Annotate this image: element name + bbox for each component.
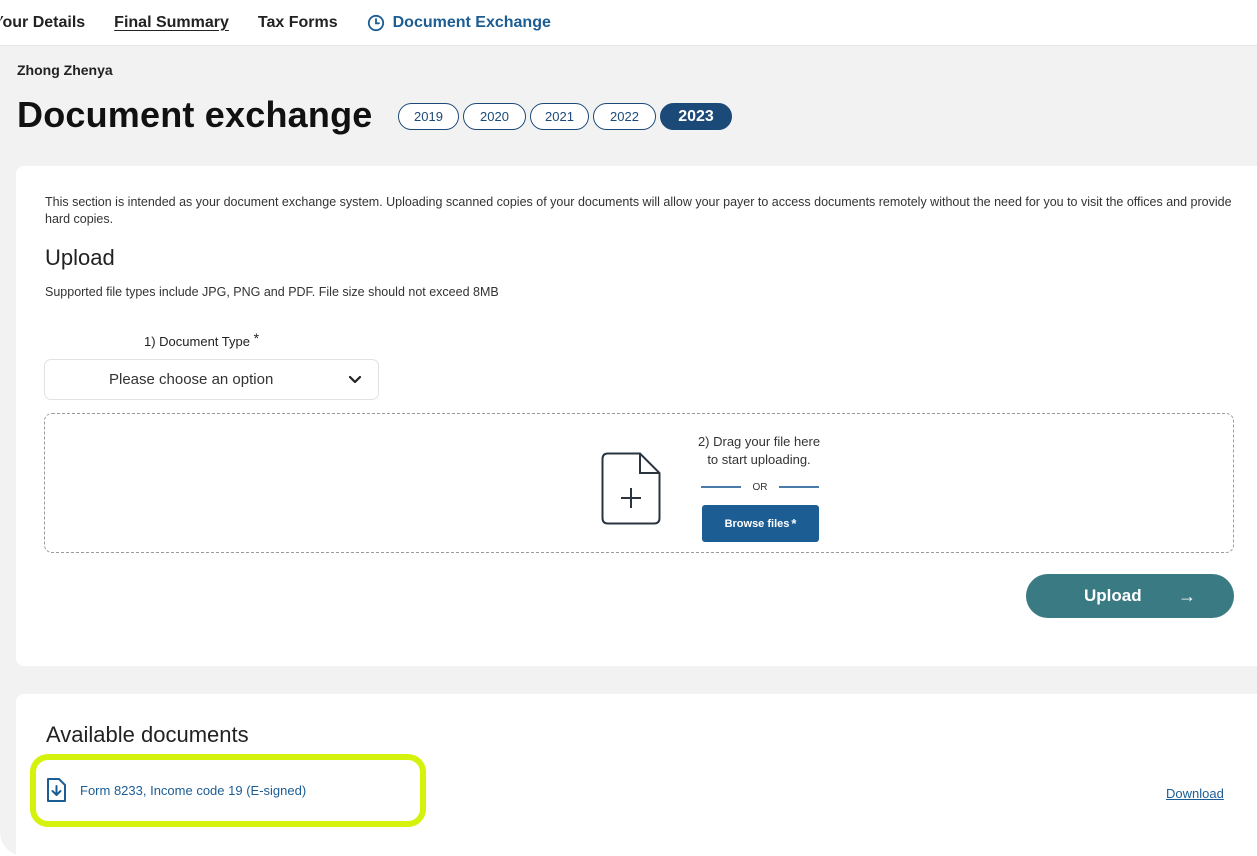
document-type-label: 1) Document Type *: [144, 330, 259, 349]
nav-document-exchange[interactable]: Document Exchange: [367, 14, 551, 32]
available-documents-heading: Available documents: [46, 722, 249, 747]
nav-your-details[interactable]: Your Details: [0, 14, 85, 32]
nav-tax-forms[interactable]: Tax Forms: [258, 14, 338, 32]
app-frame: Your Details Final Summary Tax Forms Doc…: [0, 0, 1257, 856]
top-navigation: Your Details Final Summary Tax Forms Doc…: [0, 0, 1257, 46]
drag-instructions: 2) Drag your file here to start uploadin…: [679, 433, 839, 469]
document-link[interactable]: Form 8233, Income code 19 (E-signed): [80, 783, 306, 798]
available-documents-card: Available documents Form 8233, Income co…: [16, 694, 1257, 856]
clock-icon: [367, 14, 384, 31]
year-pill-2022[interactable]: 2022: [593, 103, 656, 130]
page-title: Document exchange: [17, 94, 373, 135]
document-type-select[interactable]: Please choose an option: [44, 359, 379, 400]
drag-line-2: to start uploading.: [707, 452, 811, 467]
supported-file-types-text: Supported file types include JPG, PNG an…: [45, 285, 499, 299]
or-divider: OR: [701, 480, 819, 494]
upload-card: This section is intended as your documen…: [16, 166, 1257, 666]
user-name: Zhong Zhenya: [17, 62, 113, 78]
browse-required-mark: *: [791, 516, 797, 531]
upload-button[interactable]: Upload →: [1026, 574, 1234, 618]
intro-text: This section is intended as your documen…: [45, 195, 1232, 226]
drag-line-1: 2) Drag your file here: [697, 434, 821, 449]
download-document-icon: [47, 778, 66, 802]
browse-files-label: Browse files: [724, 517, 790, 530]
or-divider-left-line: [701, 486, 741, 488]
chevron-down-icon: [348, 375, 362, 384]
year-pill-2020[interactable]: 2020: [463, 103, 526, 130]
document-type-placeholder: Please choose an option: [109, 371, 274, 388]
document-row[interactable]: Form 8233, Income code 19 (E-signed): [46, 778, 306, 802]
document-type-label-text: 1) Document Type: [144, 334, 250, 349]
upload-heading: Upload: [45, 245, 115, 270]
download-link[interactable]: Download: [1166, 786, 1224, 801]
browse-files-button[interactable]: Browse files *: [702, 505, 819, 542]
or-text: OR: [752, 481, 768, 493]
nav-document-exchange-label: Document Exchange: [392, 13, 551, 31]
arrow-right-icon: →: [1178, 585, 1196, 606]
year-selector: 2019 2020 2021 2022 2023: [398, 103, 736, 130]
year-pill-2019[interactable]: 2019: [398, 103, 459, 130]
upload-button-label: Upload: [1084, 586, 1142, 605]
year-pill-2023-selected[interactable]: 2023: [660, 103, 732, 130]
add-file-icon: [601, 452, 661, 525]
required-mark: *: [253, 330, 260, 346]
nav-final-summary[interactable]: Final Summary: [114, 14, 229, 32]
year-pill-2021[interactable]: 2021: [530, 103, 589, 130]
file-dropzone[interactable]: 2) Drag your file here to start uploadin…: [44, 413, 1234, 553]
or-divider-right-line: [779, 486, 819, 488]
